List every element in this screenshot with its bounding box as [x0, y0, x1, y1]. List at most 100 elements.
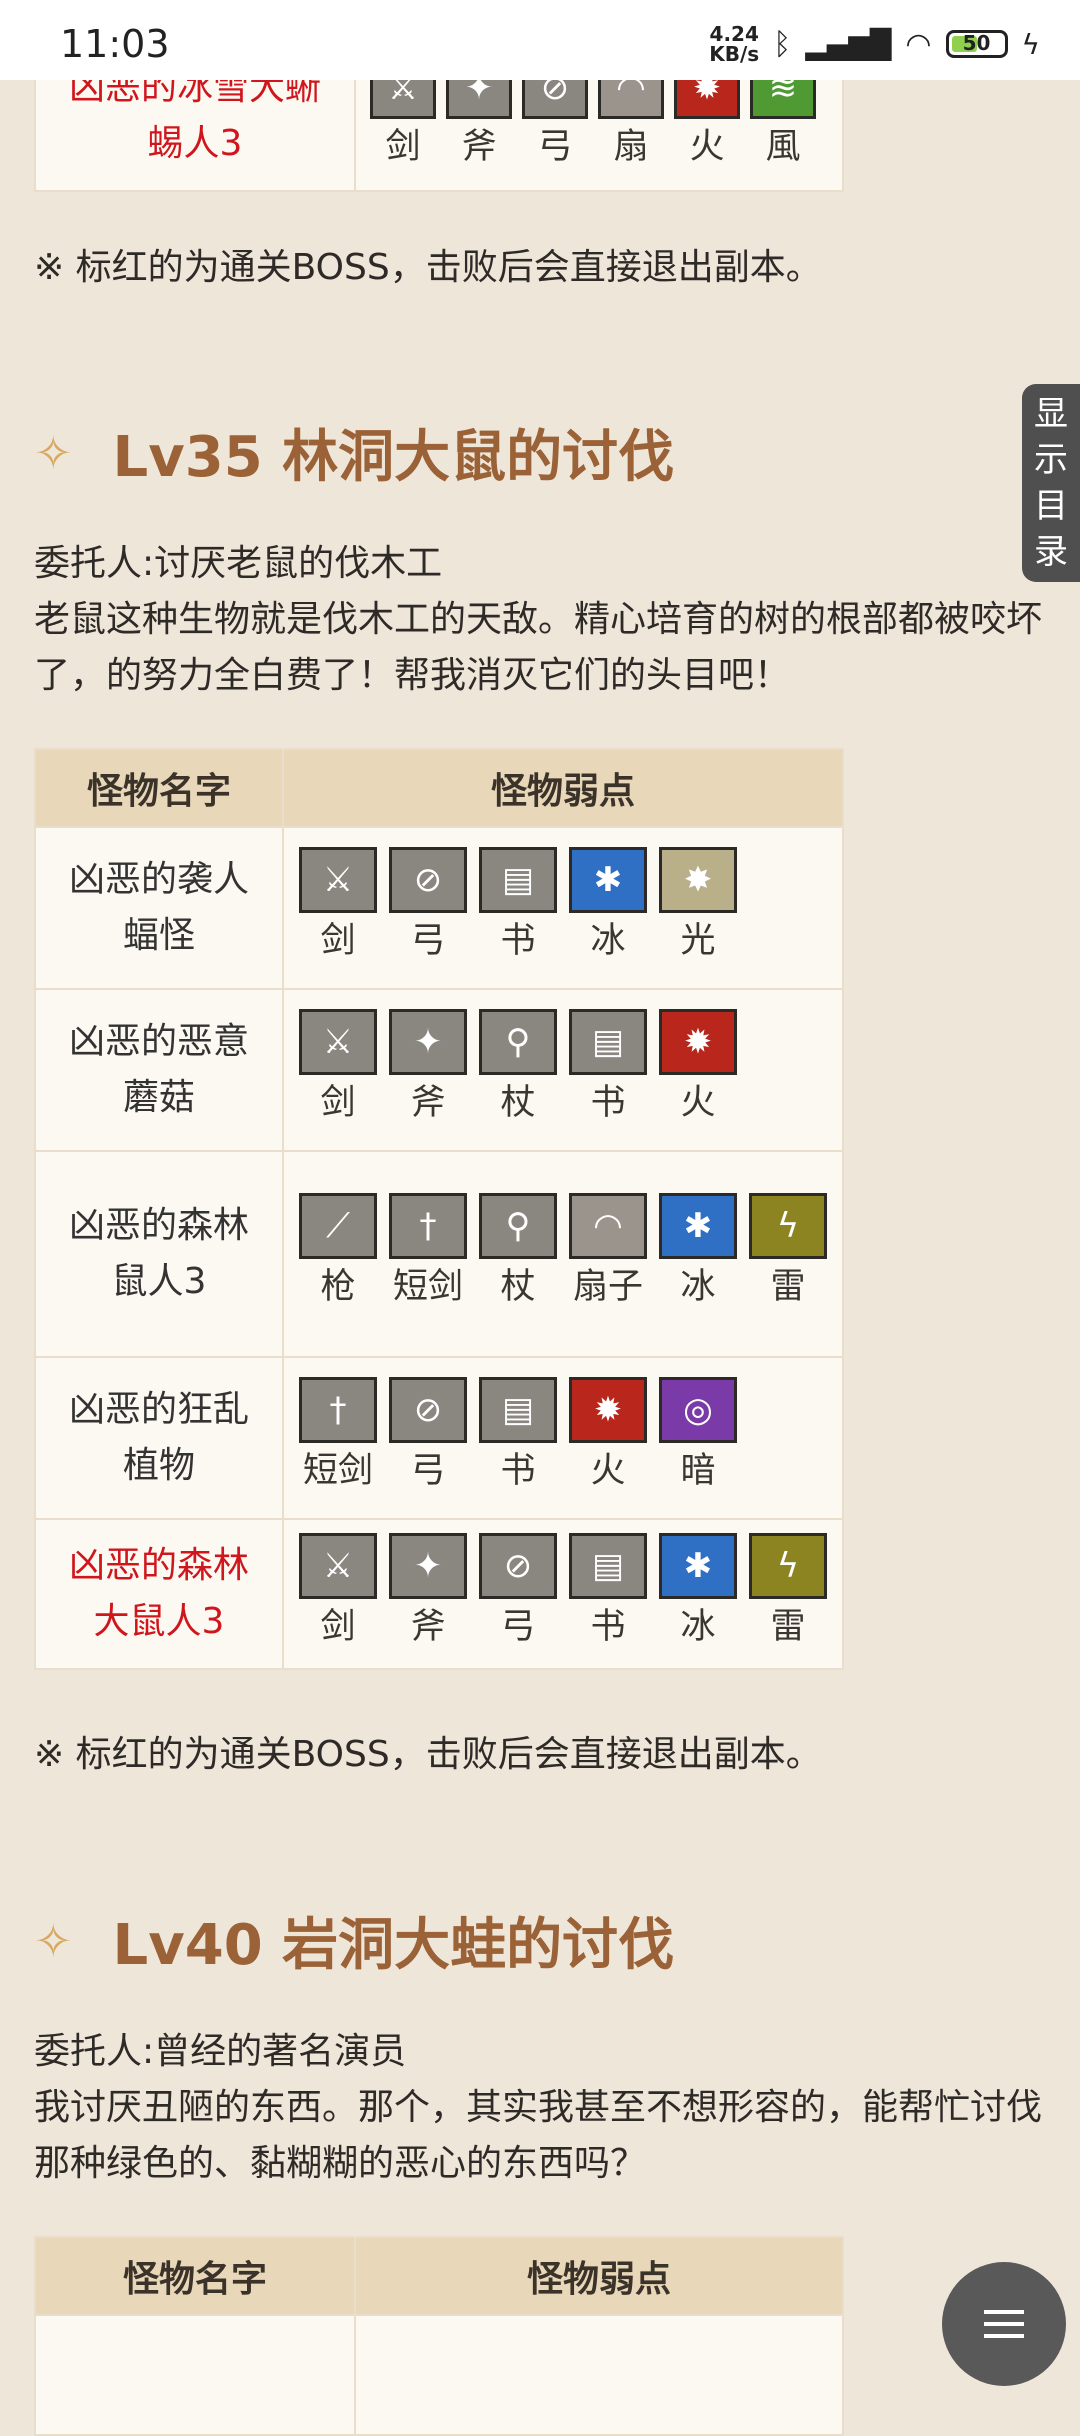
weakness-item: ⊘ 弓: [478, 1533, 558, 1655]
toc-label: 显示目录: [1034, 394, 1068, 572]
monster-table-lv40: 怪物名字 怪物弱点: [34, 2236, 844, 2436]
weakness-icon: ⊘: [479, 1533, 557, 1599]
weakness-label: 冰: [590, 921, 626, 961]
weakness-label: 书: [500, 1451, 536, 1491]
menu-fab-button[interactable]: [942, 2262, 1066, 2386]
table-row: [34, 2314, 844, 2436]
weakness-cell: ⚔ 剑 ✦ 斧 ⚲ 杖 ▤ 书 ✹ 火: [282, 988, 844, 1152]
weakness-icon: ✦: [389, 1009, 467, 1075]
weakness-label: 剑: [320, 921, 356, 961]
description-text: 我讨厌丑陋的东西。那个，其实我甚至不想形容的，能帮忙讨伐那种绿色的、黏糊糊的恶心…: [34, 2087, 1043, 2184]
sparkle-icon: ✧: [34, 1913, 73, 1968]
weakness-item: † 短剑: [388, 1193, 468, 1315]
show-toc-button[interactable]: 显示目录: [1022, 384, 1080, 582]
weakness-label: 短剑: [392, 1267, 463, 1307]
weakness-label: 火: [680, 1083, 716, 1123]
weakness-icon: ✱: [659, 1533, 737, 1599]
weakness-item: ✱ 冰: [568, 847, 648, 969]
weakness-icon: ⚲: [479, 1193, 557, 1259]
weakness-item: ▤ 书: [478, 847, 558, 969]
weakness-item: ✱ 冰: [658, 1193, 738, 1315]
weakness-label: 雷: [770, 1267, 806, 1307]
weakness-icon: ⚔: [299, 1009, 377, 1075]
weakness-label: 剑: [320, 1607, 356, 1647]
weakness-icon: ⚔: [299, 1533, 377, 1599]
table-row: 凶恶的恶意蘑菇 ⚔ 剑 ✦ 斧 ⚲ 杖 ▤ 书 ✹ 火: [34, 988, 844, 1152]
weakness-icon: ✱: [659, 1193, 737, 1259]
weakness-icon: †: [299, 1377, 377, 1443]
weakness-cell: † 短剑 ⊘ 弓 ▤ 书 ✹ 火 ◎ 暗: [282, 1356, 844, 1520]
boss-note-1: ※ 标红的为通关BOSS，击败后会直接退出副本。: [34, 247, 822, 288]
table-row: 凶恶的袭人蝠怪 ⚔ 剑 ⊘ 弓 ▤ 书 ✱ 冰 ✸ 光: [34, 826, 844, 990]
weakness-icon: ⚲: [479, 1009, 557, 1075]
weakness-label: 短剑: [302, 1451, 373, 1491]
weakness-icon: ⟋: [299, 1193, 377, 1259]
status-icons: 4.24 KB/s ᛒ ▂▄▆█ ◠ 50 ϟ: [709, 24, 1040, 64]
weakness-label: 弓: [537, 127, 573, 167]
weakness-icon: ✸: [659, 847, 737, 913]
weakness-item: ⊘ 弓: [388, 847, 468, 969]
weakness-label: 暗: [680, 1451, 716, 1491]
weakness-item: ✸ 光: [658, 847, 738, 969]
weakness-label: 杖: [500, 1267, 536, 1307]
section-desc-lv35: 委托人:讨厌老鼠的伐木工 老鼠这种生物就是伐木工的天敌。精心培育的树的根部都被咬…: [34, 536, 1044, 704]
weakness-item: ▤ 书: [568, 1009, 648, 1131]
weakness-label: 弓: [500, 1607, 536, 1647]
weakness-item: ⚲ 杖: [478, 1009, 558, 1131]
weakness-icon: ▤: [569, 1009, 647, 1075]
monster-name: [34, 2314, 356, 2436]
bluetooth-icon: ᛒ: [773, 26, 792, 62]
weakness-icon: ⊘: [389, 1377, 467, 1443]
weakness-item: ⚲ 杖: [478, 1193, 558, 1315]
charging-icon: ϟ: [1021, 27, 1040, 61]
weakness-item: ⚔ 剑: [298, 847, 378, 969]
weakness-icon: †: [389, 1193, 467, 1259]
header-weakness: 怪物弱点: [354, 2236, 844, 2316]
weakness-cell: [354, 2314, 844, 2436]
weakness-item: ✱ 冰: [658, 1533, 738, 1655]
weakness-label: 弓: [410, 1451, 446, 1491]
monster-name: 凶恶的恶意蘑菇: [34, 988, 284, 1152]
section-desc-lv40: 委托人:曾经的著名演员 我讨厌丑陋的东西。那个，其实我甚至不想形容的，能帮忙讨伐…: [34, 2024, 1044, 2192]
monster-name: 凶恶的森林鼠人3: [34, 1150, 284, 1358]
weakness-icon: ✹: [659, 1009, 737, 1075]
weakness-item: ◎ 暗: [658, 1377, 738, 1499]
monster-name: 凶恶的袭人蝠怪: [34, 826, 284, 990]
weakness-label: 书: [590, 1083, 626, 1123]
weakness-label: 光: [680, 921, 716, 961]
weakness-label: 杖: [500, 1083, 536, 1123]
weakness-icon: ✦: [389, 1533, 467, 1599]
table-row: 凶恶的森林大鼠人3 ⚔ 剑 ✦ 斧 ⊘ 弓 ▤ 书 ✱ 冰 ϟ 雷: [34, 1518, 844, 1670]
weakness-item: ◠ 扇子: [568, 1193, 648, 1315]
boss-note-2: ※ 标红的为通关BOSS，击败后会直接退出副本。: [34, 1734, 822, 1775]
status-bar: 11:03 4.24 KB/s ᛒ ▂▄▆█ ◠ 50 ϟ: [0, 0, 1080, 80]
menu-icon: [984, 2302, 1024, 2346]
weakness-item: ✦ 斧: [388, 1533, 468, 1655]
header-name: 怪物名字: [34, 2236, 356, 2316]
weakness-icon: ◠: [569, 1193, 647, 1259]
weakness-label: 书: [500, 921, 536, 961]
header-name: 怪物名字: [34, 748, 284, 828]
weakness-label: 冰: [680, 1267, 716, 1307]
weakness-label: 剑: [385, 127, 421, 167]
weakness-icon: ϟ: [749, 1533, 827, 1599]
signal-icon: ▂▄▆█: [805, 27, 892, 61]
weakness-label: 斧: [410, 1607, 446, 1647]
monster-table-lv35: 怪物名字 怪物弱点 凶恶的袭人蝠怪 ⚔ 剑 ⊘ 弓 ▤ 书 ✱ 冰 ✸ 光凶恶的恶意蘑菇 ⚔ 剑 ✦ 斧 ⚲ 杖…: [34, 748, 844, 1670]
weakness-cell: ⟋ 枪 † 短剑 ⚲ 杖 ◠ 扇子 ✱ 冰 ϟ 雷: [282, 1150, 844, 1358]
client-line: 委托人:曾经的著名演员: [34, 2031, 407, 2072]
weakness-item: ϟ雷: [748, 1533, 828, 1655]
weakness-label: 扇子: [572, 1267, 643, 1307]
section-title: Lv40 岩洞大蛙的讨伐: [112, 1913, 675, 1978]
weakness-icon: ▤: [479, 1377, 557, 1443]
weakness-item: ▤ 书: [478, 1377, 558, 1499]
weakness-label: 斧: [410, 1083, 446, 1123]
weakness-label: 火: [689, 127, 725, 167]
section-title: Lv35 林洞大鼠的讨伐: [112, 425, 675, 490]
weakness-label: 书: [590, 1607, 626, 1647]
weakness-icon: ◎: [659, 1377, 737, 1443]
monster-name: 凶恶的狂乱植物: [34, 1356, 284, 1520]
description-text: 老鼠这种生物就是伐木工的天敌。精心培育的树的根部都被咬坏了，的努力全白费了！帮我…: [34, 599, 1043, 696]
sparkle-icon: ✧: [34, 425, 73, 480]
monster-name: 凶恶的森林大鼠人3: [34, 1518, 284, 1670]
